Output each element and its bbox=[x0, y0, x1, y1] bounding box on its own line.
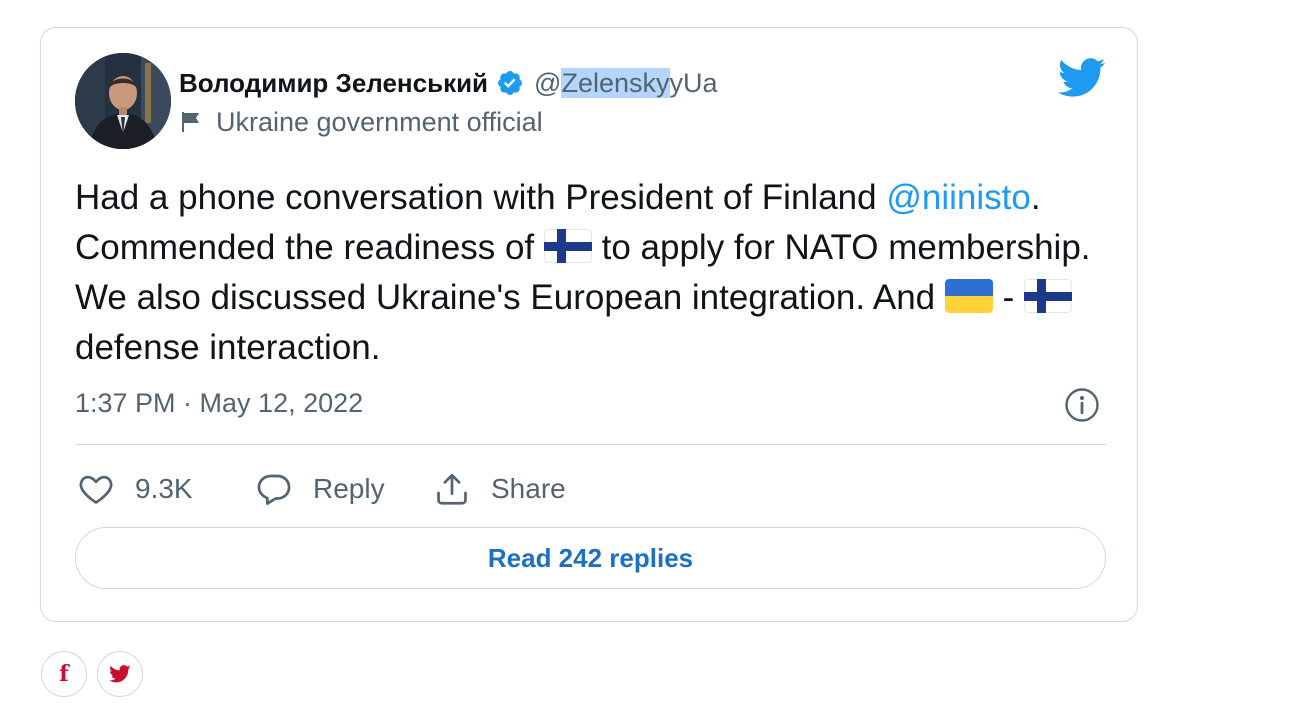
tweet-timestamp[interactable]: 1:37 PM · May 12, 2022 bbox=[75, 388, 363, 419]
selected-text-highlight: Zelensky bbox=[561, 67, 670, 98]
tweet-text: Had a phone conversation with President … bbox=[75, 178, 1091, 367]
finland-flag-emoji bbox=[543, 229, 592, 263]
author-handle[interactable]: @ZelenskyyUa bbox=[534, 67, 718, 99]
government-flag-icon bbox=[182, 112, 199, 132]
facebook-icon: f bbox=[59, 661, 69, 687]
twitter-bird-icon[interactable] bbox=[1058, 58, 1106, 98]
tweet-actions: 9.3K Reply Share bbox=[77, 468, 566, 510]
avatar-photo bbox=[75, 53, 171, 149]
avatar[interactable] bbox=[75, 53, 171, 149]
like-button[interactable]: 9.3K bbox=[77, 470, 255, 508]
heart-icon bbox=[79, 475, 113, 504]
twitter-share-icon bbox=[109, 665, 131, 683]
author-display-name[interactable]: Володимир Зеленський bbox=[179, 68, 488, 99]
reply-label: Reply bbox=[313, 473, 385, 504]
divider bbox=[75, 444, 1106, 445]
verified-badge-icon bbox=[498, 71, 523, 95]
share-icon bbox=[437, 473, 467, 505]
tweet-card: Володимир Зеленський @ZelenskyyUa Ukrain… bbox=[40, 27, 1138, 622]
share-button[interactable]: Share bbox=[433, 470, 566, 508]
finland-flag-emoji bbox=[1023, 279, 1072, 313]
like-count: 9.3K bbox=[135, 473, 193, 504]
ukraine-flag-emoji bbox=[944, 279, 993, 313]
affiliation-label: Ukraine government official bbox=[216, 106, 543, 137]
reply-bubble-icon bbox=[257, 474, 291, 505]
affiliation-row: Ukraine government official bbox=[180, 106, 543, 138]
facebook-share-button[interactable]: f bbox=[41, 651, 87, 697]
info-icon[interactable] bbox=[1064, 387, 1100, 423]
read-replies-button[interactable]: Read 242 replies bbox=[75, 527, 1106, 589]
reply-button[interactable]: Reply bbox=[255, 470, 433, 508]
share-label: Share bbox=[491, 473, 566, 504]
author-name-row: Володимир Зеленський @ZelenskyyUa bbox=[179, 66, 718, 100]
mention-link[interactable]: @niinisto bbox=[886, 178, 1030, 217]
twitter-share-button[interactable] bbox=[97, 651, 143, 697]
